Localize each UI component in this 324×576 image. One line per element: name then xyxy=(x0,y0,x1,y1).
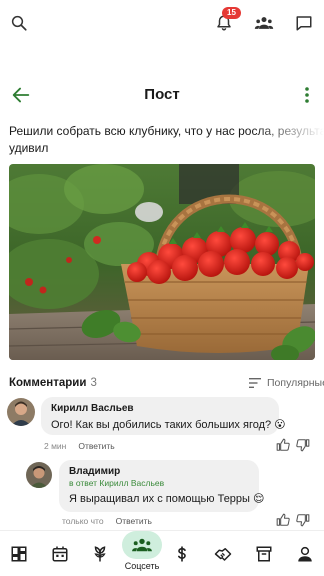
reply-bubble: Владимир в ответ Кирилл Васльев Я выращи… xyxy=(59,460,265,512)
comment-author[interactable]: Кирилл Васльев xyxy=(51,403,269,414)
comment-time: только что xyxy=(62,516,104,526)
comments-count: 3 xyxy=(90,377,97,389)
reply-button[interactable]: Ответить xyxy=(78,441,114,451)
page-title: Пост xyxy=(144,86,180,103)
comment-bubble: Кирилл Васльев Ого! Как вы добились таки… xyxy=(41,397,286,435)
comment-meta: только что Ответить xyxy=(62,516,152,526)
avatar[interactable] xyxy=(7,398,35,426)
chat-icon[interactable] xyxy=(292,11,316,35)
sort-dropdown[interactable]: Популярные xyxy=(249,377,324,389)
community-icon xyxy=(132,538,152,552)
dollar-icon[interactable] xyxy=(171,543,193,565)
sort-label: Популярные xyxy=(267,377,324,389)
post-text-line-2: удивил xyxy=(9,141,49,155)
dashboard-icon[interactable] xyxy=(8,543,30,565)
calendar-icon[interactable] xyxy=(49,543,71,565)
comment-author[interactable]: Владимир xyxy=(69,466,249,477)
sort-icon xyxy=(249,378,261,388)
handshake-icon[interactable] xyxy=(212,543,234,565)
more-vertical-icon[interactable] xyxy=(298,84,316,106)
avatar[interactable] xyxy=(26,462,52,488)
profile-icon[interactable] xyxy=(294,543,316,565)
notifications-badge: 15 xyxy=(222,7,241,19)
comments-header: Комментарии 3 xyxy=(9,377,97,389)
comment-meta: 2 мин Ответить xyxy=(44,441,115,451)
post-text-line-1: Решили собрать всю клубнику, что у нас р… xyxy=(9,123,324,140)
nav-social-label[interactable]: Соцсеть xyxy=(114,561,170,571)
nav-social-button[interactable] xyxy=(122,531,162,559)
reply-to-label[interactable]: в ответ Кирилл Васльев xyxy=(69,478,249,488)
post-header: Пост xyxy=(0,80,324,110)
comments-title: Комментарии xyxy=(9,377,87,389)
thumbs-down-icon[interactable] xyxy=(296,438,310,457)
comment-reactions xyxy=(276,438,310,457)
reply-button[interactable]: Ответить xyxy=(116,516,152,526)
bottom-nav: Соцсеть xyxy=(0,530,324,576)
search-icon[interactable] xyxy=(7,11,31,35)
thumbs-up-icon[interactable] xyxy=(276,438,290,457)
comment-time: 2 мин xyxy=(44,441,67,451)
post-image[interactable] xyxy=(9,164,315,360)
comment-text: Ого! Как вы добились таких больших ягод?… xyxy=(51,419,286,431)
comment-text: Я выращивал их с помощью Терры 😌 xyxy=(69,493,265,505)
archive-icon[interactable] xyxy=(253,543,275,565)
plant-icon[interactable] xyxy=(89,543,111,565)
community-icon[interactable] xyxy=(252,11,276,35)
top-bar: 15 xyxy=(0,0,324,46)
text-fade xyxy=(254,123,324,140)
